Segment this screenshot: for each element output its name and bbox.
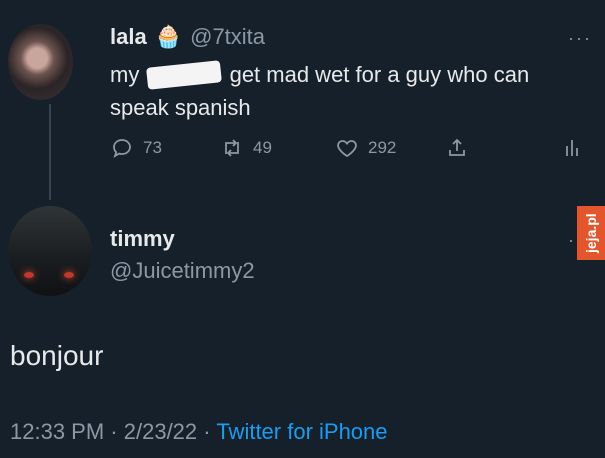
reply-display-name[interactable]: timmy — [110, 226, 175, 252]
avatar-light-right — [64, 272, 74, 278]
avatar-lala[interactable] — [8, 24, 73, 100]
reply-icon — [113, 139, 131, 158]
like-button[interactable]: 292 — [335, 136, 396, 160]
avatar-timmy[interactable] — [8, 206, 92, 296]
display-name[interactable]: lala — [110, 24, 147, 50]
heart-icon — [337, 140, 357, 158]
share-icon — [449, 138, 465, 156]
meta-separator: · — [110, 419, 118, 444]
analytics-icon — [566, 140, 578, 156]
tweet-header: lala 🧁 @7txita — [110, 24, 265, 50]
avatar-light-left — [24, 272, 34, 278]
retweet-icon — [225, 139, 239, 157]
analytics-button[interactable] — [560, 136, 584, 160]
tweet-text-prefix: my — [110, 62, 140, 87]
retweet-button[interactable]: 49 — [220, 136, 272, 160]
meta-separator: · — [203, 419, 211, 444]
share-button[interactable] — [445, 136, 469, 160]
tweet-meta: 12:33 PM · 2/23/22 · Twitter for iPhone — [10, 419, 388, 445]
tweet-date: 2/23/22 — [123, 419, 198, 444]
tweet-time: 12:33 PM — [10, 419, 105, 444]
tweet-actions: 73 49 292 — [110, 136, 590, 164]
watermark-logo: jeja.pl — [577, 206, 605, 260]
like-count: 292 — [368, 138, 397, 157]
tweet-source-link[interactable]: Twitter for iPhone — [216, 419, 387, 444]
reply-button[interactable]: 73 — [110, 136, 162, 160]
more-options-icon[interactable]: ··· — [568, 28, 592, 49]
reply-text: bonjour — [10, 340, 104, 371]
user-handle[interactable]: @7txita — [190, 24, 265, 50]
tweet-text: my get mad wet for a guy who can speak s… — [110, 58, 570, 124]
retweet-count: 49 — [253, 138, 272, 157]
thread-connector-line — [49, 104, 51, 200]
redaction-mark — [146, 60, 223, 90]
reply-count: 73 — [143, 138, 162, 157]
reply-user-handle[interactable]: @Juicetimmy2 — [110, 258, 255, 284]
cupcake-icon: 🧁 — [154, 24, 183, 49]
